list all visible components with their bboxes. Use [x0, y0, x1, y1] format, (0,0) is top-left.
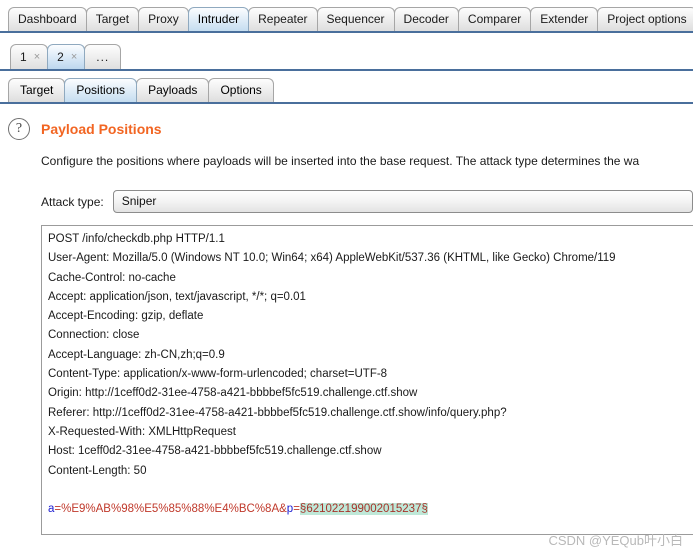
attack-type-select[interactable]: Sniper [112, 190, 693, 213]
request-header-line: Accept-Language: zh-CN,zh;q=0.9 [48, 348, 225, 361]
payload-value: 621022199002015237 [306, 503, 422, 516]
close-icon[interactable]: × [71, 51, 77, 63]
help-icon[interactable]: ? [8, 118, 30, 140]
request-editor[interactable]: POST /info/checkdb.php HTTP/1.1 User-Agen… [41, 225, 693, 535]
attack-type-label: Attack type: [41, 194, 104, 209]
main-tab-proxy[interactable]: Proxy [138, 7, 189, 31]
payload-position-marker[interactable]: §621022199002015237§ [299, 503, 428, 516]
request-header-line: Content-Length: 50 [48, 464, 147, 477]
main-tab-target[interactable]: Target [85, 7, 140, 31]
sub-tab-target[interactable]: Target [8, 78, 66, 102]
body-param-a-value: %E9%AB%98%E5%85%88%E4%BC%8A& [61, 503, 287, 516]
request-header-line: POST /info/checkdb.php HTTP/1.1 [48, 233, 225, 245]
request-header-line: Referer: http://1ceff0d2-31ee-4758-a421-… [48, 406, 507, 419]
main-tab-bar: Dashboard Target Proxy Intruder Repeater Sequ… [0, 0, 693, 33]
sub-tab-payloads[interactable]: Payloads [136, 78, 210, 102]
attack-tab-label: 2 [57, 50, 64, 64]
request-header-line: Cache-Control: no-cache [48, 271, 176, 284]
positions-panel: ? Payload Positions Configure the positi… [0, 104, 693, 555]
main-tab-dashboard[interactable]: Dashboard [8, 7, 87, 31]
intruder-sub-tab-bar: Target Positions Payloads Options [0, 71, 693, 104]
main-tab-decoder[interactable]: Decoder [393, 7, 459, 31]
sub-tab-options[interactable]: Options [208, 78, 274, 102]
attack-tab-label: ... [96, 50, 110, 64]
section-description: Configure the positions where payloads w… [41, 154, 640, 168]
main-tab-extender[interactable]: Extender [530, 7, 599, 31]
watermark: CSDN @YEQub叶小白 [548, 533, 683, 548]
main-tab-sequencer[interactable]: Sequencer [316, 7, 395, 31]
attack-type-row: Attack type: Sniper [41, 190, 693, 213]
main-tab-project-options[interactable]: Project options [597, 7, 693, 31]
main-tab-repeater[interactable]: Repeater [248, 7, 318, 31]
main-tab-comparer[interactable]: Comparer [457, 7, 532, 31]
close-icon[interactable]: × [34, 51, 40, 63]
attack-tab-bar: 1 × 2 ×... [0, 33, 693, 71]
body-param-p-equals: = [293, 503, 300, 516]
request-header-line: Host: 1ceff0d2-31ee-4758-a421-bbbbef5fc5… [48, 445, 382, 458]
sub-tab-positions[interactable]: Positions [64, 78, 138, 102]
request-header-line: Accept-Encoding: gzip, deflate [48, 310, 204, 323]
attack-tab-label: 1 [20, 50, 27, 64]
marker-close-glyph: § [421, 503, 428, 516]
page-title: Payload Positions [41, 121, 162, 137]
section-header: ? Payload Positions [8, 118, 162, 140]
main-tab-intruder[interactable]: Intruder [187, 7, 250, 31]
request-body-line: a=%E9%AB%98%E5%85%88%E4%BC%8A&p=§6210221… [48, 500, 693, 519]
request-blank-line [48, 481, 693, 500]
attack-tab-2[interactable]: 2 × [47, 44, 86, 69]
request-header-line: Content-Type: application/x-www-form-url… [48, 368, 388, 381]
request-header-line: Accept: application/json, text/javascrip… [48, 290, 306, 303]
request-header-line: Origin: http://1ceff0d2-31ee-4758-a421-b… [48, 387, 418, 400]
attack-tab-1[interactable]: 1 × [10, 44, 49, 69]
attack-tab-more[interactable]: ... [84, 44, 122, 69]
request-header-line: Connection: close [48, 329, 140, 342]
request-header-line: User-Agent: Mozilla/5.0 (Windows NT 10.0… [48, 252, 616, 265]
request-header-line: X-Requested-With: XMLHttpRequest [48, 425, 236, 438]
